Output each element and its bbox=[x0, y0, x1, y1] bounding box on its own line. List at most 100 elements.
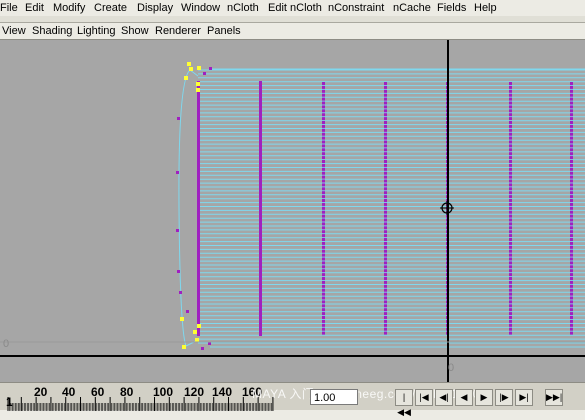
cloth-vertex bbox=[322, 284, 325, 288]
cloth-vertex bbox=[259, 291, 262, 294]
cloth-vertex bbox=[322, 179, 325, 183]
viewport-canvas[interactable] bbox=[0, 40, 585, 382]
cloth-vertex bbox=[197, 168, 200, 171]
cloth-vertex bbox=[322, 144, 325, 148]
step-back-frame-button[interactable]: ◀| bbox=[435, 389, 453, 406]
cloth-vertex bbox=[509, 191, 512, 195]
cloth-vertex bbox=[197, 225, 200, 228]
cloth-vertex bbox=[509, 238, 512, 241]
menu-window[interactable]: Window bbox=[181, 0, 220, 16]
menu-create[interactable]: Create bbox=[94, 0, 127, 16]
cloth-vertex bbox=[509, 105, 512, 109]
cloth-vertex bbox=[384, 316, 387, 319]
cloth-vertex bbox=[384, 230, 387, 234]
menu-ncloth[interactable]: nCloth bbox=[227, 0, 259, 16]
menu-fields[interactable]: Fields bbox=[437, 0, 466, 16]
cloth-vertex bbox=[384, 199, 387, 202]
cloth-vertex bbox=[322, 280, 325, 284]
cloth-vertex bbox=[384, 214, 387, 218]
cloth-vertex bbox=[570, 253, 573, 257]
tick-label-100: 100 bbox=[153, 385, 174, 399]
menu-ncache[interactable]: nCache bbox=[393, 0, 431, 16]
go-to-start-button[interactable]: |◀◀ bbox=[395, 389, 413, 417]
cloth-vertex bbox=[197, 204, 200, 207]
cloth-vertex bbox=[570, 288, 573, 292]
menu-edit[interactable]: Edit bbox=[25, 0, 44, 16]
panel-menu-renderer[interactable]: Renderer bbox=[155, 23, 201, 40]
cloth-vertex bbox=[384, 144, 387, 148]
cloth-vertex bbox=[570, 273, 573, 277]
cloth-vertex bbox=[197, 114, 200, 117]
cloth-vertex bbox=[259, 270, 262, 273]
selected-handle bbox=[197, 324, 201, 328]
panel-menu-panels[interactable]: Panels bbox=[207, 23, 241, 40]
cloth-vertex bbox=[197, 120, 200, 123]
panel-menu-shading[interactable]: Shading bbox=[32, 23, 72, 40]
cloth-vertex bbox=[509, 284, 512, 288]
cloth-vertex bbox=[322, 148, 325, 152]
cloth-vertex bbox=[322, 210, 325, 214]
cloth-vertex bbox=[509, 202, 512, 206]
play-forwards-button[interactable]: ▶ bbox=[475, 389, 493, 406]
panel-menu-view[interactable]: View bbox=[2, 23, 26, 40]
menu-modify[interactable]: Modify bbox=[53, 0, 85, 16]
curve-vertex bbox=[176, 229, 179, 232]
step-forward-key-button[interactable]: ▶| bbox=[515, 389, 533, 406]
cloth-vertex bbox=[384, 284, 387, 288]
cloth-vertex bbox=[384, 175, 387, 179]
cloth-vertex bbox=[259, 141, 262, 144]
cloth-vertex bbox=[570, 323, 573, 327]
time-slider[interactable]: 1 20 40 60 80 100 120 140 160 MAYA 入门 ww… bbox=[0, 382, 585, 417]
cloth-vertex bbox=[509, 156, 512, 160]
cloth-vertex bbox=[509, 288, 512, 292]
cloth-vertex bbox=[259, 234, 262, 237]
cloth-vertex bbox=[570, 117, 573, 121]
cloth-vertex bbox=[322, 269, 325, 273]
cloth-vertex bbox=[384, 117, 387, 121]
cloth-vertex bbox=[384, 265, 387, 269]
cloth-vertex bbox=[259, 318, 262, 321]
cloth-vertex bbox=[570, 187, 573, 191]
selected-handle bbox=[180, 317, 184, 321]
panel-menu-lighting[interactable]: Lighting bbox=[77, 23, 116, 40]
panel-menu-show[interactable]: Show bbox=[121, 23, 149, 40]
cloth-vertex bbox=[197, 96, 200, 99]
cloth-vertex bbox=[384, 210, 387, 214]
cloth-vertex bbox=[259, 294, 262, 297]
cloth-vertex bbox=[197, 267, 200, 270]
cloth-vertex bbox=[259, 180, 262, 183]
current-frame-field[interactable]: 1.00 bbox=[310, 389, 358, 405]
cloth-vertex bbox=[384, 156, 387, 160]
cloth-vertex bbox=[259, 276, 262, 279]
cloth-vertex bbox=[384, 292, 387, 296]
cloth-vertex bbox=[509, 308, 512, 312]
cloth-vertex bbox=[509, 82, 512, 85]
cloth-vertex bbox=[322, 234, 325, 238]
cloth-vertex bbox=[197, 147, 200, 150]
cloth-vertex bbox=[259, 306, 262, 309]
cloth-vertex bbox=[259, 201, 262, 204]
cloth-vertex bbox=[197, 315, 200, 318]
tick-label-20: 20 bbox=[34, 385, 48, 399]
play-backwards-button[interactable]: ◀ bbox=[455, 389, 473, 406]
cloth-corner-vertex bbox=[203, 72, 206, 75]
cloth-vertex bbox=[509, 241, 512, 245]
cloth-vertex bbox=[197, 153, 200, 156]
tick-label-120: 120 bbox=[184, 385, 205, 399]
menu-edit-ncloth[interactable]: Edit nCloth bbox=[268, 0, 322, 16]
menu-nconstraint[interactable]: nConstraint bbox=[328, 0, 384, 16]
step-forward-frame-button[interactable]: |▶ bbox=[495, 389, 513, 406]
cloth-vertex bbox=[259, 228, 262, 231]
cloth-vertex bbox=[259, 207, 262, 210]
cloth-vertex bbox=[509, 117, 512, 121]
go-to-end-button[interactable]: ▶▶| bbox=[545, 389, 563, 406]
step-back-key-button[interactable]: |◀ bbox=[415, 389, 433, 406]
menu-file[interactable]: File bbox=[0, 0, 18, 16]
viewport-3d[interactable]: 0 0 bbox=[0, 40, 585, 382]
cloth-vertex bbox=[322, 288, 325, 292]
menu-display[interactable]: Display bbox=[137, 0, 173, 16]
cloth-vertex bbox=[197, 246, 200, 249]
cloth-vertex bbox=[384, 179, 387, 183]
cloth-vertex bbox=[197, 162, 200, 165]
menu-help[interactable]: Help bbox=[474, 0, 497, 16]
